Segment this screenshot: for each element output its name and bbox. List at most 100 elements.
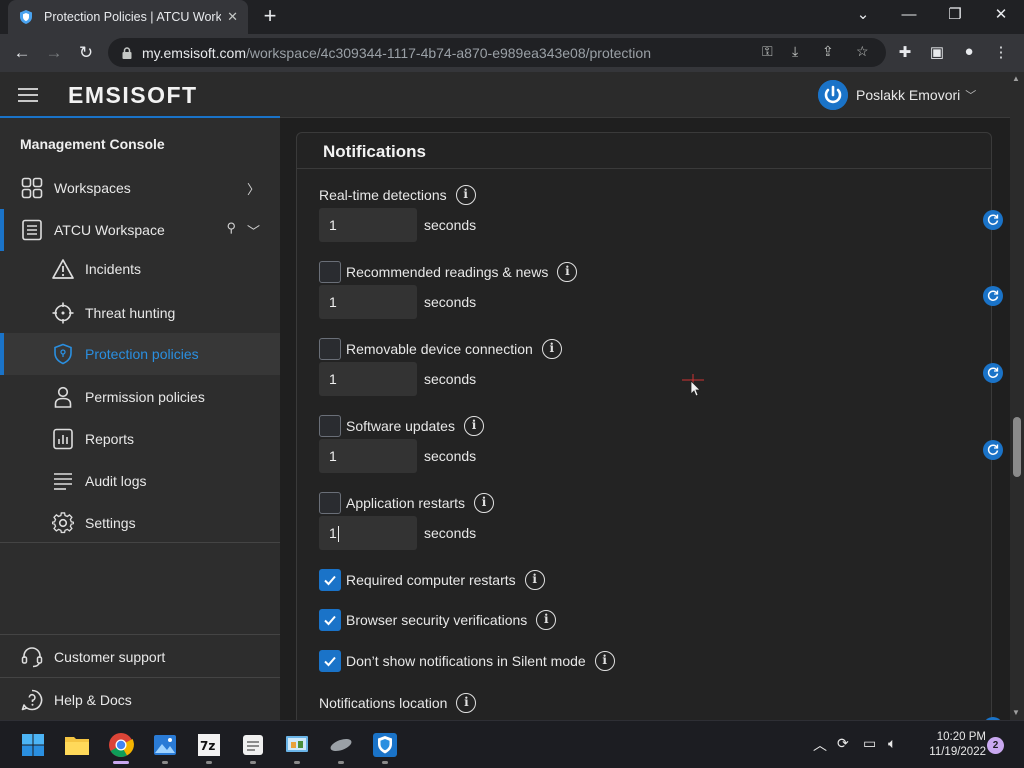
sidebar-item-permission-policies[interactable]: Permission policies (0, 376, 280, 418)
info-icon[interactable]: i (455, 185, 476, 205)
new-tab-button[interactable]: + (258, 4, 282, 28)
tray-sync-icon[interactable]: ⟳ (837, 735, 849, 752)
seconds-label: seconds (424, 525, 477, 541)
app-indicator (338, 761, 344, 764)
info-icon[interactable]: i (594, 651, 615, 671)
sidebar-item-reports[interactable]: Reports (0, 418, 280, 460)
pin-icon[interactable]: ⚲ (226, 220, 236, 236)
control-panel-icon[interactable] (283, 731, 311, 759)
sidebar-item-customer-support[interactable]: Customer support (0, 636, 280, 678)
windows-start-icon[interactable] (19, 731, 47, 759)
crosshair-icon (51, 301, 75, 325)
sidebar-item-label: Threat hunting (85, 305, 176, 321)
software-updates-row: Software updates i (319, 415, 484, 437)
mouse-settings-icon[interactable] (327, 731, 355, 759)
install-app-icon[interactable]: ⤓ (792, 43, 798, 60)
removable-seconds-input[interactable]: 1 (319, 362, 417, 396)
browser-tab[interactable]: Protection Policies | ATCU Worksp ✕ (8, 0, 248, 34)
sidebar-item-label: Workspaces (54, 180, 131, 196)
extensions-icon[interactable]: ✚ (894, 43, 916, 63)
user-menu[interactable]: Poslakk Emovori ﹀ (818, 80, 976, 110)
sidebar-item-workspaces[interactable]: Workspaces 〉 (0, 167, 280, 209)
notification-badge[interactable]: 2 (987, 737, 1004, 754)
sidebar-item-atcu-workspace[interactable]: ATCU Workspace ⚲ ﹀ (0, 209, 280, 251)
sidebar-item-settings[interactable]: Settings (0, 502, 280, 544)
info-icon[interactable]: i (524, 570, 545, 590)
taskbar-clock[interactable]: 10:20 PM 11/19/2022 (914, 730, 986, 760)
reset-icon[interactable] (983, 363, 1003, 383)
workspace-list-icon (20, 218, 44, 242)
info-icon[interactable]: i (463, 416, 484, 436)
sidebar-item-incidents[interactable]: Incidents (0, 248, 280, 290)
clock-time: 10:20 PM (936, 731, 986, 743)
chrome-icon[interactable] (107, 731, 135, 759)
info-icon[interactable]: i (474, 493, 495, 513)
back-button[interactable]: ← (8, 40, 36, 66)
file-explorer-icon[interactable] (63, 731, 91, 759)
bookmark-star-icon[interactable]: ☆ (856, 43, 869, 60)
info-icon[interactable]: i (456, 693, 477, 713)
hamburger-menu-icon[interactable] (18, 88, 38, 102)
silent-mode-checkbox[interactable] (319, 650, 341, 672)
network-icon[interactable]: ▭ (863, 735, 876, 752)
key-icon[interactable]: ⚿ (762, 43, 773, 60)
close-tab-icon[interactable]: ✕ (227, 9, 238, 25)
info-icon[interactable]: i (536, 610, 557, 630)
info-icon[interactable]: i (557, 262, 578, 282)
info-icon[interactable]: i (541, 339, 562, 359)
chevron-down-icon[interactable]: ﹀ (247, 221, 260, 240)
panel-header: Notifications (297, 133, 991, 169)
tray-overflow-icon[interactable]: ︿ (813, 735, 827, 755)
side-panel-icon[interactable]: ▣ (926, 43, 948, 63)
browser-verifications-checkbox[interactable] (319, 609, 341, 631)
application-restarts-seconds-input[interactable]: 1 (319, 516, 417, 550)
reload-button[interactable]: ↻ (72, 40, 100, 66)
sidebar-item-help-docs[interactable]: Help & Docs (0, 679, 280, 721)
photos-icon[interactable] (151, 731, 179, 759)
removable-device-row: Removable device connection i (319, 338, 562, 360)
page-scrollbar[interactable]: ▲ ▼ (1010, 72, 1024, 720)
chevron-down-icon: ﹀ (965, 90, 977, 102)
forward-button[interactable]: → (40, 40, 68, 66)
required-restarts-checkbox[interactable] (319, 569, 341, 591)
menu-icon[interactable]: ⋮ (990, 43, 1012, 63)
browser-verifications-label: Browser security verifications (346, 612, 528, 628)
sidebar: Management Console Workspaces 〉 ATCU Wor… (0, 118, 280, 720)
silent-mode-label: Don’t show notifications in Silent mode (346, 653, 586, 669)
sidebar-item-audit-logs[interactable]: Audit logs (0, 460, 280, 502)
chevron-right-icon: 〉 (246, 182, 260, 197)
close-window-button[interactable]: ✕ (978, 0, 1024, 34)
restore-button[interactable]: ❐ (932, 0, 978, 34)
lock-icon (122, 46, 132, 59)
sidebar-item-threat-hunting[interactable]: Threat hunting (0, 292, 280, 334)
application-restarts-row: Application restarts i (319, 492, 495, 514)
address-bar[interactable]: my.emsisoft.com/workspace/4c309344-1117-… (108, 38, 886, 67)
minimize-button[interactable]: — (886, 0, 932, 34)
software-updates-checkbox[interactable] (319, 415, 341, 437)
recommended-readings-checkbox[interactable] (319, 261, 341, 283)
tab-search-icon[interactable]: ⌄ (840, 0, 886, 34)
active-app-indicator (113, 761, 129, 764)
realtime-seconds-input[interactable]: 1 (319, 208, 417, 242)
software-updates-seconds-input[interactable]: 1 (319, 439, 417, 473)
recommended-seconds-input[interactable]: 1 (319, 285, 417, 319)
share-icon[interactable]: ⇪ (822, 43, 834, 60)
scrollbar-thumb[interactable] (1013, 417, 1021, 477)
application-restarts-checkbox[interactable] (319, 492, 341, 514)
reset-icon[interactable] (983, 286, 1003, 306)
recommended-readings-row: Recommended readings & news i (319, 261, 578, 283)
reset-icon[interactable] (983, 440, 1003, 460)
removable-device-checkbox[interactable] (319, 338, 341, 360)
sidebar-item-label: Settings (85, 515, 136, 531)
profile-icon[interactable]: ● (958, 43, 980, 63)
7zip-icon[interactable]: 7z (195, 731, 223, 759)
reset-icon[interactable] (983, 210, 1003, 230)
emsisoft-taskbar-icon[interactable] (371, 731, 399, 759)
scroll-up-arrow-icon[interactable]: ▲ (1012, 74, 1020, 83)
sidebar-item-protection-policies[interactable]: Protection policies (0, 333, 280, 375)
notepad-icon[interactable] (239, 731, 267, 759)
seconds-label: seconds (424, 217, 477, 233)
volume-icon[interactable]: 🔈︎ (888, 735, 896, 752)
scroll-down-arrow-icon[interactable]: ▼ (1012, 708, 1020, 717)
seconds-label: seconds (424, 294, 477, 310)
